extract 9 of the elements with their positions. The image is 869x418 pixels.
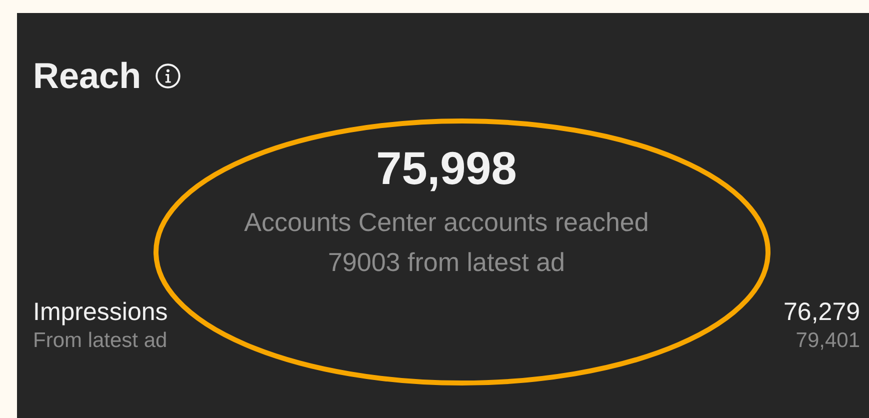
reach-note: 79003 from latest ad	[328, 246, 566, 279]
metric-sub-label: From latest ad	[33, 328, 168, 354]
info-icon[interactable]	[155, 63, 182, 89]
reach-label: Accounts Center accounts reached	[244, 206, 649, 239]
metric-value: 76,279	[784, 297, 860, 328]
metric-label: Impressions	[33, 297, 168, 328]
card-title: Reach	[33, 55, 142, 97]
reach-count: 75,998	[376, 142, 517, 194]
metric-sub-value: 79,401	[796, 328, 860, 354]
